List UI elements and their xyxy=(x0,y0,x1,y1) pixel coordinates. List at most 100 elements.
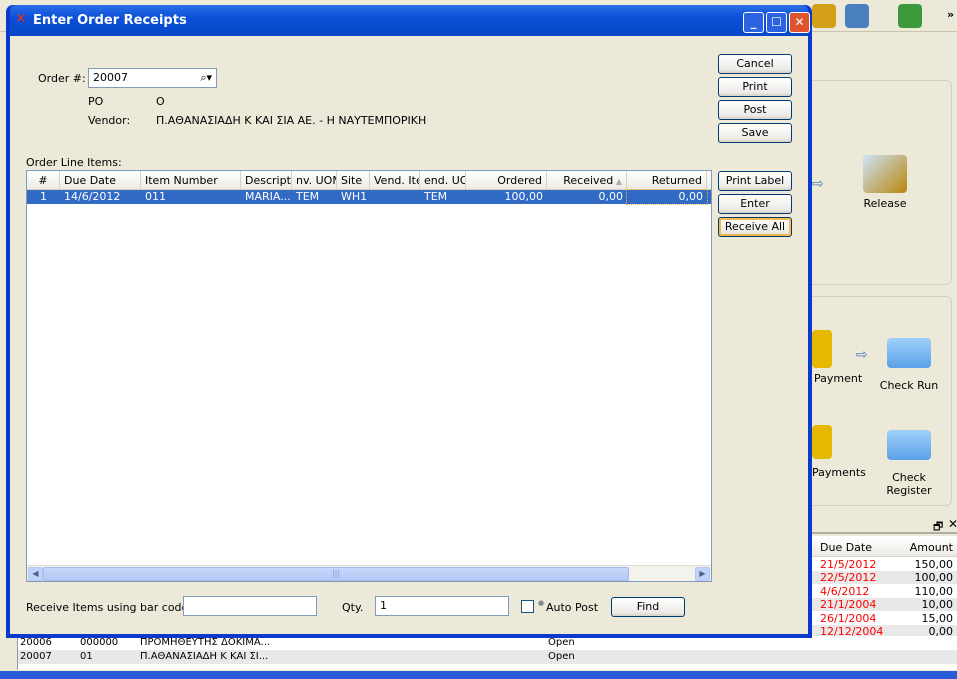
release-workflow-item[interactable]: Release xyxy=(855,155,915,210)
cell-vend-item xyxy=(370,190,420,204)
cell-inv-uom: TEM xyxy=(296,190,320,203)
release-icon xyxy=(863,155,907,193)
dialog-body: Order #: 20007 ⌕▾ PO O Vendor: Π.ΑΘΑΝΑΣΙ… xyxy=(10,36,808,634)
check-run-icon xyxy=(887,338,931,368)
barcode-label: Receive Items using bar code: xyxy=(26,601,193,614)
amount-cell: 150,00 xyxy=(914,558,954,571)
check-register-workflow-item[interactable]: Check Register xyxy=(868,430,950,497)
orders-cell-number: 20006 xyxy=(20,637,52,648)
scroll-right-button[interactable]: ▶ xyxy=(695,567,710,581)
qty-input[interactable]: 1 xyxy=(375,596,509,616)
check-register-icon xyxy=(887,430,931,460)
cell-due-date: 14/6/2012 xyxy=(64,190,121,203)
schedule-icon[interactable] xyxy=(812,4,836,28)
money-icon[interactable] xyxy=(898,4,922,28)
due-table-row[interactable]: 26/1/2004 15,00 xyxy=(812,611,957,625)
qty-label: Qty. xyxy=(342,601,364,614)
horizontal-scrollbar[interactable]: ◀ ||| ▶ xyxy=(27,565,711,581)
cancel-button[interactable]: Cancel xyxy=(718,54,792,74)
auto-post-checkbox[interactable] xyxy=(521,600,534,613)
restore-icon[interactable]: 🗗 xyxy=(933,518,943,537)
table-row[interactable]: 1 14/6/2012 011 MARIA... TEM WH1 TEM 100,00 0,00… xyxy=(27,189,711,205)
scrollbar-thumb[interactable]: ||| xyxy=(43,567,629,581)
column-header-vend-uom[interactable]: end. UO xyxy=(420,171,466,190)
maximize-button[interactable]: ☐ xyxy=(766,12,787,33)
column-header-received[interactable]: Received ▲ xyxy=(547,171,627,190)
column-header-returned[interactable]: Returned xyxy=(627,171,707,190)
due-date-cell: 21/1/2004 xyxy=(820,598,877,612)
amount-cell: 100,00 xyxy=(914,571,954,585)
column-header-ordered[interactable]: Ordered xyxy=(466,171,547,190)
barcode-input[interactable] xyxy=(183,596,317,616)
header-due-date[interactable]: Due Date xyxy=(820,541,872,554)
column-header-due-date[interactable]: Due Date xyxy=(60,171,141,190)
cell-vend-uom: TEM xyxy=(424,190,448,203)
close-icon[interactable]: ✕ xyxy=(948,517,957,531)
orders-cell-vendor: Π.ΑΘΑΝΑΣΙΑΔΗ Κ ΚΑΙ ΣΙ... xyxy=(140,651,269,662)
cell-site: WH1 xyxy=(341,190,368,203)
orders-grid-row[interactable]: 20006 000000 ΠΡΟΜΗΘΕΥΤΗΣ ΔΟΚΙΜΑ... Open xyxy=(18,636,957,650)
column-header-description[interactable]: Descriptic xyxy=(241,171,292,190)
due-date-cell: 22/5/2012 xyxy=(820,571,877,585)
receive-all-button[interactable]: Receive All xyxy=(718,217,792,237)
cell-received: 0,00 xyxy=(598,190,624,203)
orders-cell-status: Open xyxy=(548,651,575,662)
orders-cell-number: 20007 xyxy=(20,651,52,662)
orders-grid-row[interactable]: 20007 01 Π.ΑΘΑΝΑΣΙΑΔΗ Κ ΚΑΙ ΣΙ... Open xyxy=(18,650,957,664)
due-table-row[interactable]: 22/5/2012 100,00 xyxy=(812,571,957,585)
line-items-label: Order Line Items: xyxy=(26,156,122,169)
po-value: O xyxy=(156,95,165,108)
close-button[interactable]: ✕ xyxy=(789,12,810,33)
cell-description: MARIA... xyxy=(245,190,291,203)
due-date-cell: 4/6/2012 xyxy=(820,584,870,598)
vendor-label: Vendor: xyxy=(88,114,131,127)
check-run-workflow-item[interactable]: Check Run xyxy=(876,338,942,392)
cell-item-number: 011 xyxy=(145,190,166,203)
order-number-field[interactable]: 20007 ⌕▾ xyxy=(88,68,217,88)
enter-order-receipts-dialog: ✕ Enter Order Receipts _ ☐ ✕ Order #: 20… xyxy=(6,5,812,638)
users-icon[interactable] xyxy=(845,4,869,28)
due-table-row[interactable]: 4/6/2012 110,00 xyxy=(812,584,957,598)
find-button[interactable]: Find xyxy=(611,597,685,617)
required-marker-icon: ● xyxy=(538,599,545,607)
scroll-left-button[interactable]: ◀ xyxy=(28,567,43,581)
minimize-button[interactable]: _ xyxy=(743,12,764,33)
column-header-item-number[interactable]: Item Number xyxy=(141,171,241,190)
amount-cell: 10,00 xyxy=(921,598,954,612)
enter-receipt-button[interactable]: Enter Receipt xyxy=(718,194,792,228)
header-amount[interactable]: Amount xyxy=(910,541,953,554)
due-table-row[interactable]: 21/1/2004 10,00 xyxy=(812,598,957,612)
save-button[interactable]: Save xyxy=(718,123,792,143)
print-label-button[interactable]: Print Label xyxy=(718,171,792,191)
dialog-title: Enter Order Receipts xyxy=(33,13,187,28)
auto-post-label: Auto Post xyxy=(546,601,599,614)
toolbar-more-button[interactable]: » xyxy=(947,8,954,21)
orders-cell-status: Open xyxy=(548,637,575,648)
app-logo-icon: ✕ xyxy=(15,11,27,27)
payment-icon xyxy=(812,330,832,368)
orders-cell-code: 01 xyxy=(80,651,93,662)
payments-icon xyxy=(812,425,832,459)
search-icon[interactable]: ⌕▾ xyxy=(200,69,212,87)
dialog-titlebar[interactable]: ✕ Enter Order Receipts _ ☐ ✕ xyxy=(10,5,810,36)
cell-returned: 0,00 xyxy=(626,189,708,205)
vendor-value: Π.ΑΘΑΝΑΣΙΑΔΗ Κ ΚΑΙ ΣΙΑ ΑΕ. - Η ΝΑΥΤΕΜΠΟΡ… xyxy=(156,114,427,127)
order-number-label: Order #: xyxy=(38,72,86,85)
arrow-icon: ⇨ xyxy=(812,176,824,192)
amount-cell: 15,00 xyxy=(921,611,954,625)
orders-cell-vendor: ΠΡΟΜΗΘΕΥΤΗΣ ΔΟΚΙΜΑ... xyxy=(140,637,271,648)
payment-workflow-item[interactable]: Payment xyxy=(812,330,862,385)
due-table-row[interactable]: 21/5/2012 150,00 xyxy=(812,558,957,571)
print-button[interactable]: Print xyxy=(718,77,792,97)
column-header-inv-uom[interactable]: nv. UOM xyxy=(292,171,337,190)
due-table-header: Due Date Amount xyxy=(812,538,957,557)
column-header-site[interactable]: Site xyxy=(337,171,370,190)
sort-ascending-icon: ▲ xyxy=(613,177,622,186)
payments-workflow-item[interactable]: Payments xyxy=(812,425,866,479)
order-number-value: 20007 xyxy=(93,71,128,84)
due-date-cell: 26/1/2004 xyxy=(820,611,877,625)
column-header-vend-item[interactable]: Vend. Ite xyxy=(370,171,420,190)
cell-ordered: 100,00 xyxy=(504,190,544,203)
post-button[interactable]: Post xyxy=(718,100,792,120)
column-header-num[interactable]: # xyxy=(27,171,60,190)
